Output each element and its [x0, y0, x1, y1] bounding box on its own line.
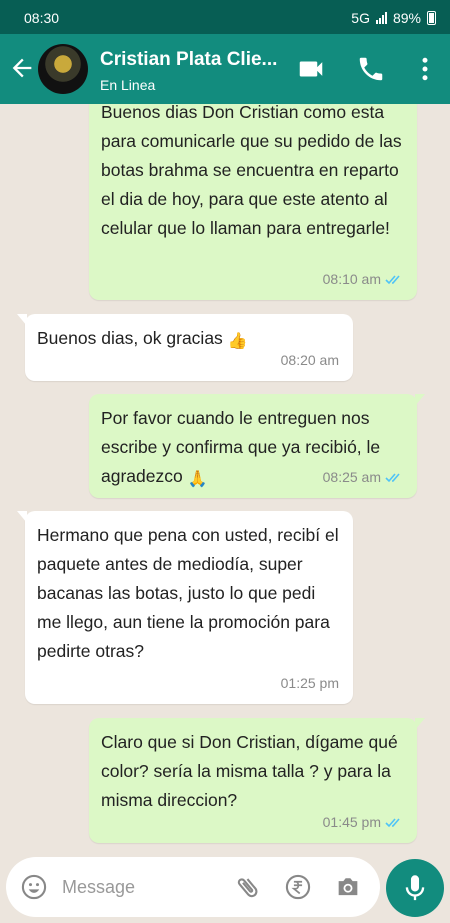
message-emoji: 🙏: [187, 471, 208, 488]
mic-icon: [405, 875, 425, 901]
message-time: 08:20 am: [280, 352, 339, 368]
battery-percent: 89%: [392, 10, 421, 26]
message-time: 08:25 am: [322, 469, 381, 485]
message-emoji: 👍: [227, 333, 248, 350]
attach-icon[interactable]: [234, 873, 262, 901]
back-arrow-icon[interactable]: [8, 54, 36, 82]
message-text: Buenos dias, ok gracias: [37, 328, 223, 348]
message-bubble-outgoing[interactable]: Buenos dias Don Cristian como esta para …: [89, 104, 417, 300]
video-call-icon[interactable]: [296, 54, 326, 84]
double-tick-icon: [385, 472, 400, 482]
message-bubble-outgoing[interactable]: Claro que si Don Cristian, dígame qué co…: [89, 718, 425, 843]
message-time: 01:25 pm: [280, 675, 339, 691]
network-label: 5G: [351, 10, 370, 26]
signal-icon: [375, 12, 387, 24]
chat-area[interactable]: Buenos dias Don Cristian como esta para …: [0, 104, 450, 849]
camera-icon[interactable]: [334, 873, 362, 901]
message-text: Hermano que pena con usted, recibí el pa…: [37, 525, 339, 661]
chat-header: Cristian Plata Clie... En Linea: [0, 34, 450, 104]
mic-button[interactable]: [386, 859, 444, 917]
message-input[interactable]: Message: [62, 877, 135, 898]
message-bubble-incoming[interactable]: Buenos dias, ok gracias 👍 08:20 am: [17, 314, 353, 381]
message-composer[interactable]: Message: [6, 857, 380, 917]
rupee-icon[interactable]: [284, 873, 312, 901]
message-time: 08:10 am: [322, 271, 381, 287]
status-time: 08:30: [24, 10, 60, 26]
phone-icon[interactable]: [356, 54, 386, 84]
message-bubble-outgoing[interactable]: Por favor cuando le entreguen nos escrib…: [89, 394, 425, 498]
more-options-icon[interactable]: [410, 54, 440, 84]
double-tick-icon: [385, 274, 400, 284]
message-text: Buenos dias Don Cristian como esta para …: [101, 104, 402, 238]
battery-icon: [427, 11, 436, 25]
message-time: 01:45 pm: [322, 814, 381, 830]
emoji-icon[interactable]: [20, 873, 48, 901]
message-text: Claro que si Don Cristian, dígame qué co…: [101, 732, 398, 810]
contact-status: En Linea: [100, 77, 156, 93]
avatar[interactable]: [38, 44, 88, 94]
double-tick-icon: [385, 817, 400, 827]
message-bubble-incoming[interactable]: Hermano que pena con usted, recibí el pa…: [17, 511, 353, 704]
status-bar: 08:30 5G 89%: [0, 0, 450, 34]
contact-name[interactable]: Cristian Plata Clie...: [100, 49, 277, 71]
